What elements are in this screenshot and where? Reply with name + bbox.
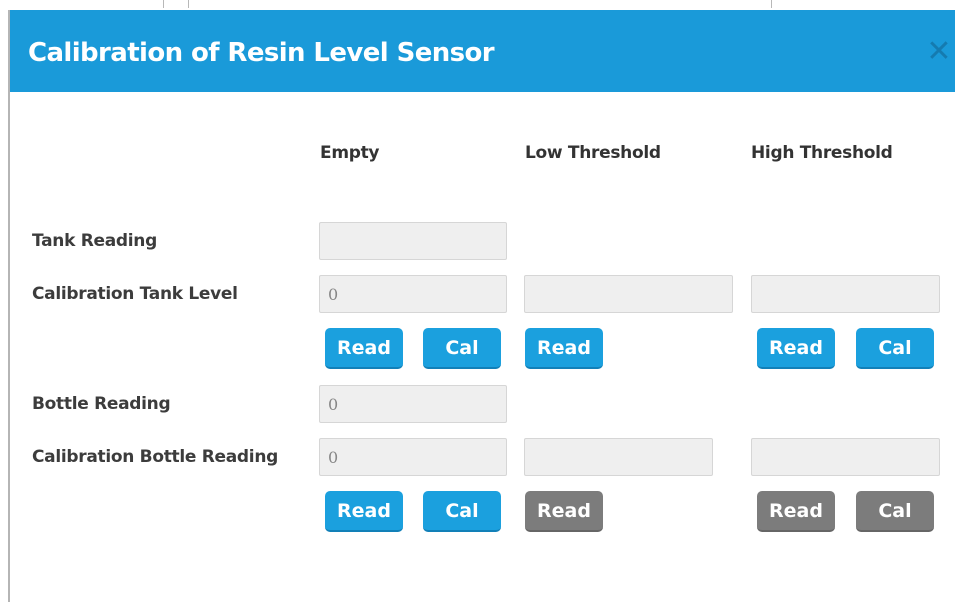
column-header-empty: Empty (320, 143, 380, 163)
background-divider (188, 0, 189, 8)
calibration-tank-level-empty-field[interactable] (319, 275, 507, 313)
background-page (0, 0, 955, 10)
calibration-dialog: Calibration of Resin Level Sensor ✕ Empt… (8, 10, 955, 602)
calibration-tank-level-high-field[interactable] (751, 275, 940, 313)
tank-high-read-button[interactable]: Read (757, 328, 835, 369)
calibration-bottle-reading-low-field[interactable] (524, 438, 713, 476)
calibration-tank-level-low-field[interactable] (524, 275, 733, 313)
tank-high-cal-button[interactable]: Cal (856, 328, 934, 369)
background-divider (163, 0, 164, 8)
label-bottle-reading: Bottle Reading (32, 394, 171, 414)
label-calibration-bottle-reading: Calibration Bottle Reading (32, 447, 279, 467)
column-header-low-threshold: Low Threshold (525, 143, 661, 163)
calibration-bottle-reading-high-field[interactable] (751, 438, 940, 476)
tank-empty-read-button[interactable]: Read (325, 328, 403, 369)
label-tank-reading: Tank Reading (32, 231, 157, 251)
column-header-high-threshold: High Threshold (751, 143, 893, 163)
dialog-title: Calibration of Resin Level Sensor (28, 38, 495, 68)
bottle-empty-cal-button[interactable]: Cal (423, 491, 501, 532)
bottle-reading-empty-field[interactable] (319, 385, 507, 423)
tank-reading-empty-field[interactable] (319, 222, 507, 260)
dialog-header: Calibration of Resin Level Sensor ✕ (10, 10, 955, 92)
bottle-high-cal-button[interactable]: Cal (856, 491, 934, 532)
tank-low-read-button[interactable]: Read (525, 328, 603, 369)
label-calibration-tank-level: Calibration Tank Level (32, 284, 238, 304)
tank-empty-cal-button[interactable]: Cal (423, 328, 501, 369)
close-icon[interactable]: ✕ (922, 32, 955, 72)
bottle-empty-read-button[interactable]: Read (325, 491, 403, 532)
bottle-low-read-button[interactable]: Read (525, 491, 603, 532)
background-divider (771, 0, 772, 8)
calibration-bottle-reading-empty-field[interactable] (319, 438, 507, 476)
bottle-high-read-button[interactable]: Read (757, 491, 835, 532)
